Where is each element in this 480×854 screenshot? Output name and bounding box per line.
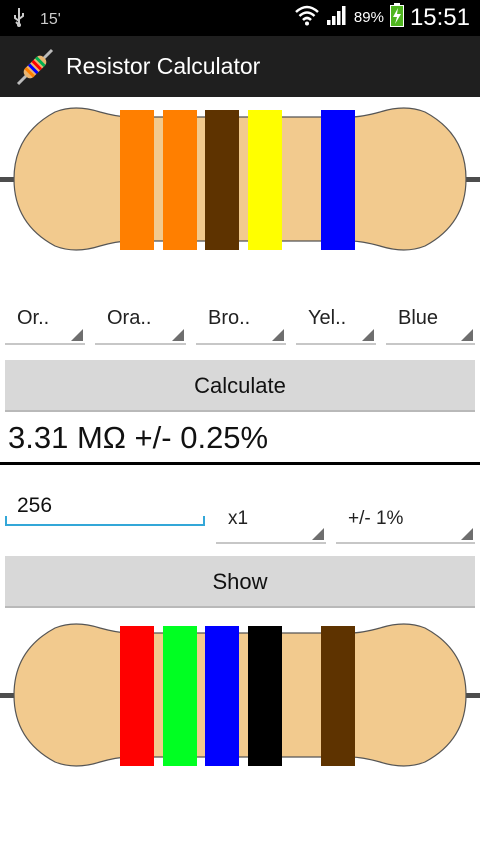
signal-icon xyxy=(326,4,348,31)
multiplier-value: x1 xyxy=(228,508,249,529)
dropdown-arrow-icon xyxy=(71,329,83,341)
dropdown-arrow-icon xyxy=(312,528,324,540)
calculate-button[interactable]: Calculate xyxy=(5,360,475,412)
resistor-body xyxy=(13,107,467,251)
encode-band-2 xyxy=(163,626,197,766)
battery-charging-icon xyxy=(389,3,404,32)
resistor-app-icon[interactable] xyxy=(14,46,56,88)
decode-band-5 xyxy=(321,110,355,250)
band2-spinner[interactable]: Ora.. xyxy=(95,297,186,345)
decode-band-2 xyxy=(163,110,197,250)
input-edge-right xyxy=(203,516,205,524)
band2-value: Ora.. xyxy=(107,307,152,329)
status-bar: 15' 89% 15:51 xyxy=(0,0,480,36)
encode-resistor-image xyxy=(0,620,480,770)
show-button[interactable]: Show xyxy=(5,556,475,608)
band4-value: Yel.. xyxy=(308,307,347,329)
input-edge-left xyxy=(5,516,7,524)
resistance-result: 3.31 MΩ +/- 0.25% xyxy=(8,420,269,455)
dropdown-arrow-icon xyxy=(461,528,473,540)
temperature-text: 15' xyxy=(40,10,61,28)
usb-icon xyxy=(12,7,26,32)
app-title: Resistor Calculator xyxy=(66,53,261,79)
resistor-body xyxy=(13,623,467,767)
clock: 15:51 xyxy=(409,3,470,31)
decode-band-4 xyxy=(248,110,282,250)
decode-resistor-image xyxy=(0,104,480,254)
tolerance-value: +/- 1% xyxy=(348,508,404,529)
band1-value: Or.. xyxy=(17,307,50,329)
decode-band-3 xyxy=(205,110,239,250)
resistance-value-input[interactable]: 256 xyxy=(5,486,205,526)
tolerance-spinner[interactable]: +/- 1% xyxy=(336,496,475,544)
multiplier-spinner[interactable]: x1 xyxy=(216,496,326,544)
encode-band-3 xyxy=(205,626,239,766)
resistance-value-text: 256 xyxy=(17,494,53,517)
encode-band-5 xyxy=(321,626,355,766)
dropdown-arrow-icon xyxy=(272,329,284,341)
action-bar: Resistor Calculator xyxy=(0,36,480,97)
band3-spinner[interactable]: Bro.. xyxy=(196,297,286,345)
dropdown-arrow-icon xyxy=(362,329,374,341)
dropdown-arrow-icon xyxy=(461,329,473,341)
band4-spinner[interactable]: Yel.. xyxy=(296,297,376,345)
wifi-icon xyxy=(294,4,320,31)
band3-value: Bro.. xyxy=(208,307,251,329)
battery-percent: 89% xyxy=(353,9,384,26)
band5-value: Blue xyxy=(398,307,439,329)
encode-band-1 xyxy=(120,626,154,766)
band1-spinner[interactable]: Or.. xyxy=(5,297,85,345)
encode-band-4 xyxy=(248,626,282,766)
dropdown-arrow-icon xyxy=(172,329,184,341)
decode-band-1 xyxy=(120,110,154,250)
band5-spinner[interactable]: Blue xyxy=(386,297,475,345)
section-divider xyxy=(0,462,480,465)
